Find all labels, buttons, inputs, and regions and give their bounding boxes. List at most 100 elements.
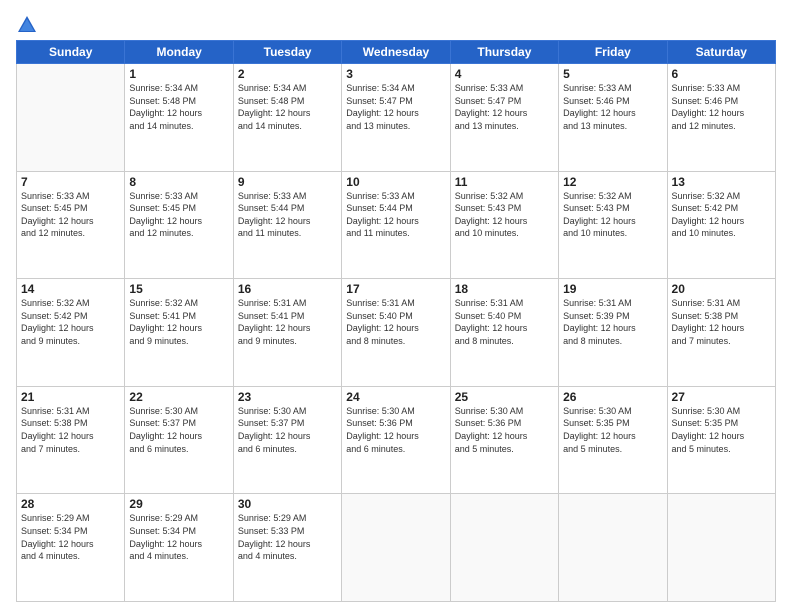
table-cell: 24Sunrise: 5:30 AM Sunset: 5:36 PM Dayli… — [342, 386, 450, 494]
day-number: 23 — [238, 390, 337, 404]
table-cell — [450, 494, 558, 602]
day-info: Sunrise: 5:32 AM Sunset: 5:42 PM Dayligh… — [21, 297, 120, 347]
table-cell — [342, 494, 450, 602]
day-info: Sunrise: 5:34 AM Sunset: 5:47 PM Dayligh… — [346, 82, 445, 132]
day-number: 12 — [563, 175, 662, 189]
day-info: Sunrise: 5:31 AM Sunset: 5:41 PM Dayligh… — [238, 297, 337, 347]
day-number: 7 — [21, 175, 120, 189]
table-cell: 16Sunrise: 5:31 AM Sunset: 5:41 PM Dayli… — [233, 279, 341, 387]
table-cell: 19Sunrise: 5:31 AM Sunset: 5:39 PM Dayli… — [559, 279, 667, 387]
header-thursday: Thursday — [450, 41, 558, 64]
table-cell: 18Sunrise: 5:31 AM Sunset: 5:40 PM Dayli… — [450, 279, 558, 387]
week-row-0: 1Sunrise: 5:34 AM Sunset: 5:48 PM Daylig… — [17, 64, 776, 172]
day-info: Sunrise: 5:31 AM Sunset: 5:38 PM Dayligh… — [21, 405, 120, 455]
day-number: 3 — [346, 67, 445, 81]
day-number: 29 — [129, 497, 228, 511]
table-cell: 9Sunrise: 5:33 AM Sunset: 5:44 PM Daylig… — [233, 171, 341, 279]
day-info: Sunrise: 5:33 AM Sunset: 5:44 PM Dayligh… — [346, 190, 445, 240]
day-number: 9 — [238, 175, 337, 189]
day-number: 15 — [129, 282, 228, 296]
table-cell: 4Sunrise: 5:33 AM Sunset: 5:47 PM Daylig… — [450, 64, 558, 172]
day-info: Sunrise: 5:34 AM Sunset: 5:48 PM Dayligh… — [129, 82, 228, 132]
day-number: 14 — [21, 282, 120, 296]
table-cell: 1Sunrise: 5:34 AM Sunset: 5:48 PM Daylig… — [125, 64, 233, 172]
day-number: 24 — [346, 390, 445, 404]
week-row-2: 14Sunrise: 5:32 AM Sunset: 5:42 PM Dayli… — [17, 279, 776, 387]
day-info: Sunrise: 5:33 AM Sunset: 5:46 PM Dayligh… — [563, 82, 662, 132]
day-info: Sunrise: 5:29 AM Sunset: 5:33 PM Dayligh… — [238, 512, 337, 562]
day-number: 27 — [672, 390, 771, 404]
week-row-4: 28Sunrise: 5:29 AM Sunset: 5:34 PM Dayli… — [17, 494, 776, 602]
day-info: Sunrise: 5:31 AM Sunset: 5:40 PM Dayligh… — [346, 297, 445, 347]
day-info: Sunrise: 5:30 AM Sunset: 5:37 PM Dayligh… — [238, 405, 337, 455]
table-cell — [17, 64, 125, 172]
day-info: Sunrise: 5:30 AM Sunset: 5:36 PM Dayligh… — [455, 405, 554, 455]
day-info: Sunrise: 5:32 AM Sunset: 5:41 PM Dayligh… — [129, 297, 228, 347]
table-cell: 28Sunrise: 5:29 AM Sunset: 5:34 PM Dayli… — [17, 494, 125, 602]
table-cell: 14Sunrise: 5:32 AM Sunset: 5:42 PM Dayli… — [17, 279, 125, 387]
day-number: 22 — [129, 390, 228, 404]
day-number: 25 — [455, 390, 554, 404]
day-number: 6 — [672, 67, 771, 81]
table-cell: 30Sunrise: 5:29 AM Sunset: 5:33 PM Dayli… — [233, 494, 341, 602]
day-number: 4 — [455, 67, 554, 81]
weekday-header-row: Sunday Monday Tuesday Wednesday Thursday… — [17, 41, 776, 64]
table-cell: 12Sunrise: 5:32 AM Sunset: 5:43 PM Dayli… — [559, 171, 667, 279]
header — [16, 10, 776, 36]
day-info: Sunrise: 5:29 AM Sunset: 5:34 PM Dayligh… — [129, 512, 228, 562]
table-cell: 27Sunrise: 5:30 AM Sunset: 5:35 PM Dayli… — [667, 386, 775, 494]
page: Sunday Monday Tuesday Wednesday Thursday… — [0, 0, 792, 612]
table-cell: 26Sunrise: 5:30 AM Sunset: 5:35 PM Dayli… — [559, 386, 667, 494]
header-monday: Monday — [125, 41, 233, 64]
table-cell: 6Sunrise: 5:33 AM Sunset: 5:46 PM Daylig… — [667, 64, 775, 172]
table-cell: 25Sunrise: 5:30 AM Sunset: 5:36 PM Dayli… — [450, 386, 558, 494]
table-cell: 13Sunrise: 5:32 AM Sunset: 5:42 PM Dayli… — [667, 171, 775, 279]
header-sunday: Sunday — [17, 41, 125, 64]
day-number: 11 — [455, 175, 554, 189]
day-info: Sunrise: 5:32 AM Sunset: 5:43 PM Dayligh… — [563, 190, 662, 240]
week-row-3: 21Sunrise: 5:31 AM Sunset: 5:38 PM Dayli… — [17, 386, 776, 494]
day-info: Sunrise: 5:30 AM Sunset: 5:36 PM Dayligh… — [346, 405, 445, 455]
day-info: Sunrise: 5:33 AM Sunset: 5:44 PM Dayligh… — [238, 190, 337, 240]
table-cell: 10Sunrise: 5:33 AM Sunset: 5:44 PM Dayli… — [342, 171, 450, 279]
day-number: 1 — [129, 67, 228, 81]
table-cell — [667, 494, 775, 602]
day-number: 13 — [672, 175, 771, 189]
calendar-table: Sunday Monday Tuesday Wednesday Thursday… — [16, 40, 776, 602]
table-cell: 23Sunrise: 5:30 AM Sunset: 5:37 PM Dayli… — [233, 386, 341, 494]
header-tuesday: Tuesday — [233, 41, 341, 64]
table-cell: 7Sunrise: 5:33 AM Sunset: 5:45 PM Daylig… — [17, 171, 125, 279]
day-number: 21 — [21, 390, 120, 404]
day-info: Sunrise: 5:30 AM Sunset: 5:37 PM Dayligh… — [129, 405, 228, 455]
table-cell: 3Sunrise: 5:34 AM Sunset: 5:47 PM Daylig… — [342, 64, 450, 172]
day-number: 8 — [129, 175, 228, 189]
day-info: Sunrise: 5:29 AM Sunset: 5:34 PM Dayligh… — [21, 512, 120, 562]
day-number: 18 — [455, 282, 554, 296]
header-saturday: Saturday — [667, 41, 775, 64]
day-number: 2 — [238, 67, 337, 81]
day-number: 5 — [563, 67, 662, 81]
day-info: Sunrise: 5:33 AM Sunset: 5:45 PM Dayligh… — [21, 190, 120, 240]
table-cell: 2Sunrise: 5:34 AM Sunset: 5:48 PM Daylig… — [233, 64, 341, 172]
day-info: Sunrise: 5:31 AM Sunset: 5:39 PM Dayligh… — [563, 297, 662, 347]
table-cell: 20Sunrise: 5:31 AM Sunset: 5:38 PM Dayli… — [667, 279, 775, 387]
day-info: Sunrise: 5:31 AM Sunset: 5:38 PM Dayligh… — [672, 297, 771, 347]
day-number: 20 — [672, 282, 771, 296]
day-number: 19 — [563, 282, 662, 296]
day-info: Sunrise: 5:33 AM Sunset: 5:45 PM Dayligh… — [129, 190, 228, 240]
day-number: 16 — [238, 282, 337, 296]
day-info: Sunrise: 5:31 AM Sunset: 5:40 PM Dayligh… — [455, 297, 554, 347]
day-info: Sunrise: 5:30 AM Sunset: 5:35 PM Dayligh… — [563, 405, 662, 455]
day-number: 26 — [563, 390, 662, 404]
table-cell: 8Sunrise: 5:33 AM Sunset: 5:45 PM Daylig… — [125, 171, 233, 279]
table-cell: 17Sunrise: 5:31 AM Sunset: 5:40 PM Dayli… — [342, 279, 450, 387]
logo-icon — [16, 14, 38, 36]
day-number: 17 — [346, 282, 445, 296]
day-info: Sunrise: 5:32 AM Sunset: 5:43 PM Dayligh… — [455, 190, 554, 240]
table-cell: 11Sunrise: 5:32 AM Sunset: 5:43 PM Dayli… — [450, 171, 558, 279]
table-cell: 22Sunrise: 5:30 AM Sunset: 5:37 PM Dayli… — [125, 386, 233, 494]
day-number: 10 — [346, 175, 445, 189]
header-friday: Friday — [559, 41, 667, 64]
table-cell: 15Sunrise: 5:32 AM Sunset: 5:41 PM Dayli… — [125, 279, 233, 387]
day-number: 28 — [21, 497, 120, 511]
